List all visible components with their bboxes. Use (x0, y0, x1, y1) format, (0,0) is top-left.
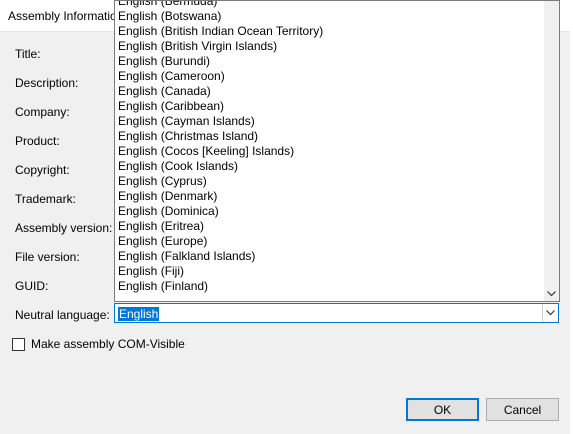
title-label: Title: (15, 47, 41, 61)
neutral-language-label: Neutral language: (15, 308, 110, 322)
list-item[interactable]: English (Cook Islands) (115, 159, 544, 174)
ok-button[interactable]: OK (406, 398, 479, 421)
list-item[interactable]: English (Christmas Island) (115, 129, 544, 144)
description-label: Description: (15, 76, 79, 90)
neutral-language-value: English (118, 307, 160, 321)
list-item[interactable]: English (British Indian Ocean Territory) (115, 24, 544, 39)
language-options: English (Bermuda) English (Botswana) Eng… (115, 1, 544, 294)
list-item[interactable]: English (Cameroon) (115, 69, 544, 84)
list-item[interactable]: English (Bermuda) (115, 1, 544, 9)
list-item[interactable]: English (British Virgin Islands) (115, 39, 544, 54)
list-item[interactable]: English (Falkland Islands) (115, 249, 544, 264)
trademark-label: Trademark: (15, 192, 76, 206)
list-item[interactable]: English (Burundi) (115, 54, 544, 69)
list-item[interactable]: English (Eritrea) (115, 219, 544, 234)
product-label: Product: (15, 134, 60, 148)
chevron-down-icon (546, 310, 555, 316)
language-dropdown-list[interactable]: English (Bermuda) English (Botswana) Eng… (114, 0, 560, 302)
list-item[interactable]: English (Cayman Islands) (115, 114, 544, 129)
list-item[interactable]: English (Europe) (115, 234, 544, 249)
list-item[interactable]: English (Fiji) (115, 264, 544, 279)
list-item[interactable]: English (Cyprus) (115, 174, 544, 189)
list-item[interactable]: English (Caribbean) (115, 99, 544, 114)
list-item[interactable]: English (Botswana) (115, 9, 544, 24)
list-item[interactable]: English (Dominica) (115, 204, 544, 219)
dialog-title: Assembly Information (8, 9, 124, 23)
combo-dropdown-button[interactable] (542, 304, 558, 322)
list-scrollbar[interactable] (544, 1, 559, 301)
list-item[interactable]: English (Finland) (115, 279, 544, 294)
scroll-down-button[interactable] (544, 286, 559, 301)
guid-label: GUID: (15, 279, 49, 293)
cancel-button[interactable]: Cancel (486, 398, 559, 421)
chevron-down-icon (547, 290, 556, 296)
file-version-label: File version: (15, 250, 80, 264)
list-item[interactable]: English (Cocos [Keeling] Islands) (115, 144, 544, 159)
cancel-button-label: Cancel (503, 402, 542, 417)
ok-button-label: OK (433, 402, 452, 417)
com-visible-label: Make assembly COM-Visible (31, 337, 185, 351)
copyright-label: Copyright: (15, 163, 70, 177)
neutral-language-combo[interactable]: English (114, 303, 559, 323)
list-item[interactable]: English (Canada) (115, 84, 544, 99)
company-label: Company: (15, 105, 70, 119)
com-visible-checkbox[interactable] (12, 338, 25, 351)
assembly-version-label: Assembly version: (15, 221, 113, 235)
list-item[interactable]: English (Denmark) (115, 189, 544, 204)
